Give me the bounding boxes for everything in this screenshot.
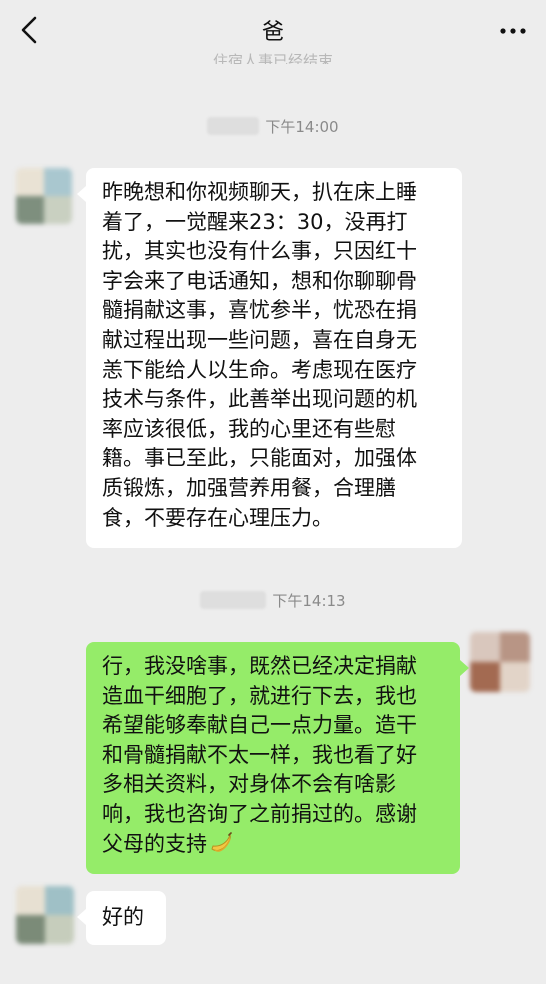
message-line: 造血干细胞了，就进行下去，我也 <box>102 683 417 708</box>
message-line: 行，我没啥事，既然已经决定捐献 <box>102 654 417 678</box>
message-line: 希望能够奉献自己一点力量。造干 <box>102 713 417 738</box>
message-line: 质锻炼，加强营养用餐，合理膳 <box>102 475 396 500</box>
message-line: 昨晚想和你视频聊天，扒在床上睡 <box>102 180 417 204</box>
message-line: 率应该很低，我的心里还有些慰 <box>102 416 396 441</box>
message-line: 籍。事已至此，只能面对，加强体 <box>102 446 417 471</box>
message-line: 髓捐献这事，喜忧参半，忧恐在捐 <box>102 298 417 323</box>
timestamp-row: 下午14:00 <box>0 116 546 136</box>
avatar[interactable] <box>16 886 74 944</box>
timestamp: 下午14:13 <box>272 591 346 610</box>
message-bubble-outgoing[interactable]: 行，我没啥事，既然已经决定捐献 造血干细胞了，就进行下去，我也 希望能够奉献自己… <box>86 642 469 874</box>
more-options-icon[interactable] <box>498 16 528 46</box>
message-line: 食，不要存在心理压力。 <box>102 505 333 530</box>
avatar[interactable] <box>16 168 72 224</box>
message-line: 字会来了电话通知，想和你聊聊骨 <box>102 268 417 293</box>
timestamp-row: 下午14:13 <box>0 590 546 610</box>
message-bubble-incoming[interactable]: 好的 <box>77 891 166 945</box>
message-line: 技术与条件，此善举出现问题的机 <box>102 387 417 412</box>
timestamp: 下午14:00 <box>265 117 339 136</box>
message-line: 响，我也咨询了之前捐过的。感谢 <box>102 801 417 826</box>
system-notice: 住宿人事已经结束 <box>212 52 333 64</box>
message-line: 和骨髓捐献不太一样，我也看了好 <box>102 742 417 767</box>
chat-title: 爸 <box>261 20 284 45</box>
message-line: 献过程出现一些问题，喜在自身无 <box>102 327 417 352</box>
message-line: 扰，其实也没有什么事，只因红十 <box>102 239 417 264</box>
message-line: 恙下能给人以生命。考虑现在医疗 <box>102 357 417 382</box>
message-line: 着了，一觉醒来23：30，没再打 <box>102 209 408 234</box>
message-line-with-emoji: 父母的支持 <box>102 830 446 860</box>
message-line: 父母的支持 <box>102 831 207 856</box>
message-line: 多相关资料，对身体不会有啥影 <box>102 772 396 797</box>
message-line: 好的 <box>102 905 144 929</box>
avatar[interactable] <box>470 632 530 692</box>
banana-emoji-icon <box>209 831 233 854</box>
redacted-label <box>207 117 260 135</box>
message-bubble-incoming[interactable]: 昨晚想和你视频聊天，扒在床上睡 着了，一觉醒来23：30，没再打 扰，其实也没有… <box>77 168 462 548</box>
redacted-label <box>200 591 267 609</box>
